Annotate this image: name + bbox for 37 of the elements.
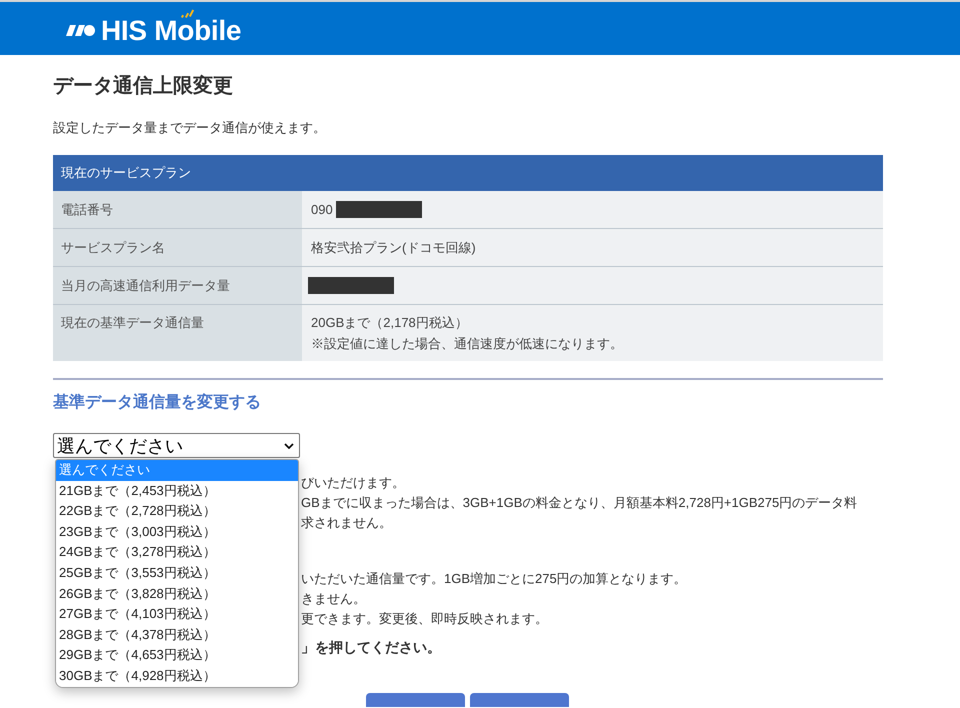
note-text: 求されません。	[301, 514, 392, 532]
logo-text: HIS Mobile	[101, 20, 242, 41]
instruction-text: 」を押してください。	[301, 638, 441, 657]
row-label: 当月の高速通信利用データ量	[53, 267, 302, 304]
dropdown-option[interactable]: 24GBまで（3,278円税込）	[56, 542, 298, 563]
note-text: びいただけます。	[301, 474, 405, 492]
action-button[interactable]	[366, 693, 465, 707]
note-text: GBまでに収まった場合は、3GB+1GBの料金となり、月額基本料2,728円+1GB275円のデータ料	[301, 494, 858, 512]
dropdown-option[interactable]: 30GBまで（4,928円税込）	[56, 666, 298, 687]
table-header: 現在のサービスプラン	[53, 155, 883, 191]
row-label: 電話番号	[53, 191, 302, 228]
dropdown-option[interactable]: 28GBまで（4,378円税込）	[56, 624, 298, 646]
dropdown-option[interactable]: 21GBまで（2,453円税込）	[56, 480, 298, 502]
page-title: データ通信上限変更	[53, 74, 234, 99]
chevron-down-icon	[284, 442, 294, 448]
dropdown-option[interactable]: 26GBまで（3,828円税込）	[56, 584, 298, 604]
logo-mark-icon	[66, 25, 95, 36]
page-description: 設定したデータ量までデータ通信が使えます。	[53, 119, 327, 137]
note-text: 更できます。変更後、即時反映されます。	[301, 610, 548, 628]
dropdown-option[interactable]: 25GBまで（3,553円税込）	[56, 562, 298, 584]
cell-value: 20GBまで（2,178円税込）	[311, 314, 468, 332]
row-label: サービスプラン名	[53, 229, 302, 266]
row-label: 現在の基準データ通信量	[53, 305, 302, 361]
dropdown-option[interactable]: 29GBまで（4,653円税込）	[56, 645, 298, 666]
section-heading: 基準データ通信量を変更する	[53, 392, 262, 413]
note-text: いただいた通信量です。1GB増加ごとに275円の加算となります。	[301, 570, 687, 588]
dropdown-select[interactable]: 選んでください	[53, 433, 300, 458]
dropdown-option[interactable]: 27GBまで（4,103円税込）	[56, 604, 298, 625]
signal-bars-icon	[181, 9, 194, 18]
note-text: きません。	[301, 590, 366, 608]
action-button[interactable]	[470, 693, 569, 707]
dropdown-option[interactable]: 選んでください	[56, 460, 298, 481]
cell-value: ※設定値に達した場合、通信速度が低速になります。	[311, 335, 623, 353]
dropdown-option[interactable]: 23GBまで（3,003円税込）	[56, 522, 298, 542]
cell-value: 格安弐拾プラン(ドコモ回線)	[311, 238, 476, 256]
cell-value: 090	[311, 200, 333, 218]
dropdown-option[interactable]: 22GBまで（2,728円税込）	[56, 501, 298, 522]
